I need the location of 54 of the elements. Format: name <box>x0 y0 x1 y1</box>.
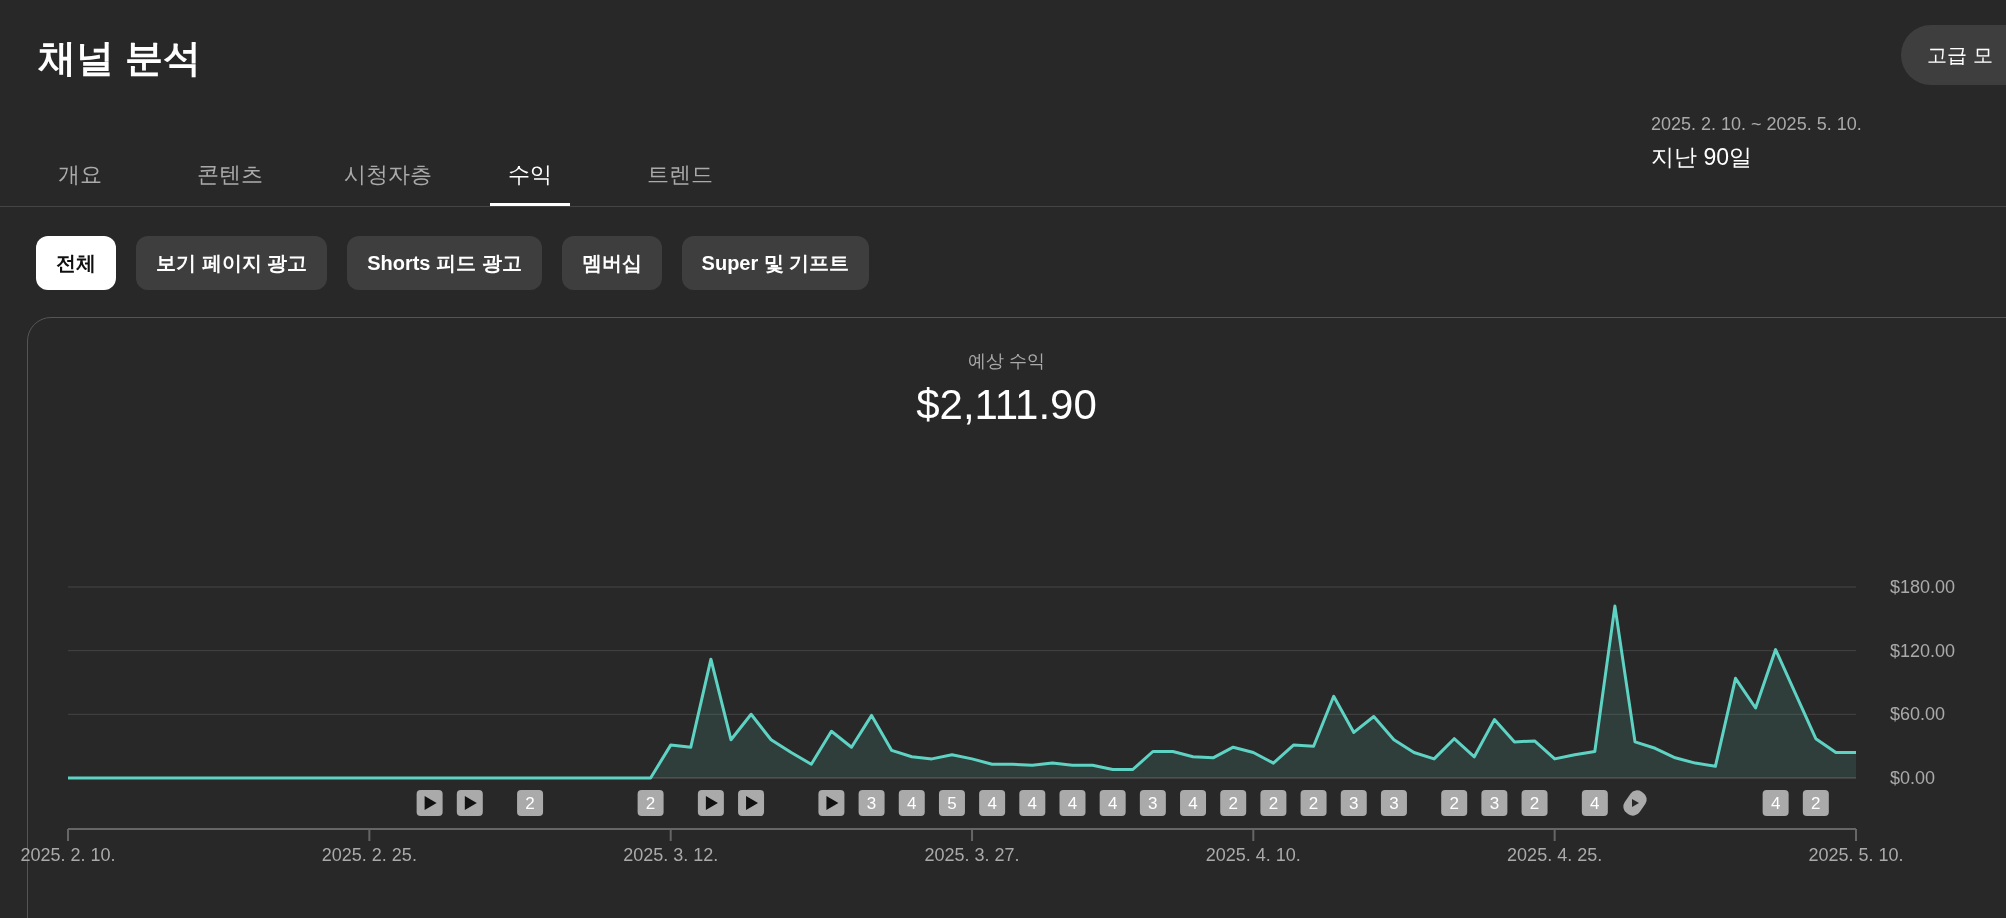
tab[interactable]: 시청자층 <box>340 146 436 206</box>
video-count-marker[interactable]: 4 <box>1762 790 1789 816</box>
filter-chip[interactable]: Super 및 기프트 <box>681 236 870 290</box>
tab[interactable]: 콘텐츠 <box>190 146 270 206</box>
filter-chip[interactable]: 보기 페이지 광고 <box>136 236 328 290</box>
period-label: 지난 90일 <box>1651 143 1753 172</box>
video-count-marker[interactable]: 2 <box>637 790 664 816</box>
video-count-marker[interactable]: 4 <box>898 790 925 816</box>
x-axis-label: 2025. 3. 12. <box>623 845 719 865</box>
tab[interactable]: 수익 <box>490 146 570 206</box>
x-axis-label: 2025. 4. 25. <box>1507 845 1603 865</box>
video-marker-icon[interactable] <box>416 790 443 816</box>
tab[interactable]: 개요 <box>40 146 120 206</box>
x-axis-label: 2025. 2. 25. <box>321 845 417 865</box>
video-marker-icon[interactable] <box>697 790 724 816</box>
video-count-marker[interactable]: 2 <box>1300 790 1327 816</box>
video-marker-icon[interactable] <box>456 790 483 816</box>
x-axis-label: 2025. 4. 10. <box>1205 845 1301 865</box>
x-axis-label: 2025. 3. 27. <box>924 845 1020 865</box>
video-count-marker[interactable]: 2 <box>1802 790 1829 816</box>
date-range: 2025. 2. 10. ~ 2025. 5. 10. <box>1651 113 1863 136</box>
advanced-mode-button[interactable]: 고급 모 <box>1901 25 2006 85</box>
video-count-marker[interactable]: 2 <box>1441 790 1468 816</box>
video-count-marker[interactable]: 2 <box>517 790 544 816</box>
y-axis-label: $180.00 <box>1890 577 1956 597</box>
video-count-marker[interactable]: 2 <box>1260 790 1287 816</box>
video-count-marker[interactable]: 3 <box>1481 790 1508 816</box>
video-count-marker[interactable]: 4 <box>1581 790 1608 816</box>
filter-chip[interactable]: Shorts 피드 광고 <box>347 236 542 290</box>
video-count-marker[interactable]: 4 <box>1099 790 1126 816</box>
filter-chip[interactable]: 멤버십 <box>561 236 662 290</box>
filter-chip[interactable]: 전체 <box>36 236 116 290</box>
metric-label: 예상 수익 <box>968 350 1045 373</box>
video-count-marker[interactable]: 2 <box>1220 790 1247 816</box>
video-count-marker[interactable]: 3 <box>1139 790 1166 816</box>
video-count-marker[interactable]: 5 <box>938 790 965 816</box>
video-marker-icon[interactable] <box>818 790 845 816</box>
y-axis-label: $120.00 <box>1890 640 1956 661</box>
video-count-marker[interactable]: 4 <box>1019 790 1046 816</box>
video-count-marker[interactable]: 4 <box>1180 790 1207 816</box>
video-count-marker[interactable]: 3 <box>858 790 885 816</box>
video-marker-icon[interactable] <box>738 790 765 816</box>
video-count-marker[interactable]: 4 <box>1059 790 1086 816</box>
y-axis-label: $0.00 <box>1890 768 1936 788</box>
video-count-marker[interactable]: 4 <box>979 790 1006 816</box>
video-count-marker[interactable]: 3 <box>1340 790 1367 816</box>
metric-value: $2,111.90 <box>916 380 1097 430</box>
video-count-marker[interactable]: 2 <box>1521 790 1548 816</box>
video-count-marker[interactable]: 3 <box>1380 790 1407 816</box>
y-axis-label: $60.00 <box>1890 704 1946 725</box>
x-axis-label: 2025. 2. 10. <box>20 845 116 865</box>
tab[interactable]: 트렌드 <box>640 146 720 206</box>
x-axis-label: 2025. 5. 10. <box>1808 845 1904 865</box>
page-title: 채널 분석 <box>38 36 201 81</box>
